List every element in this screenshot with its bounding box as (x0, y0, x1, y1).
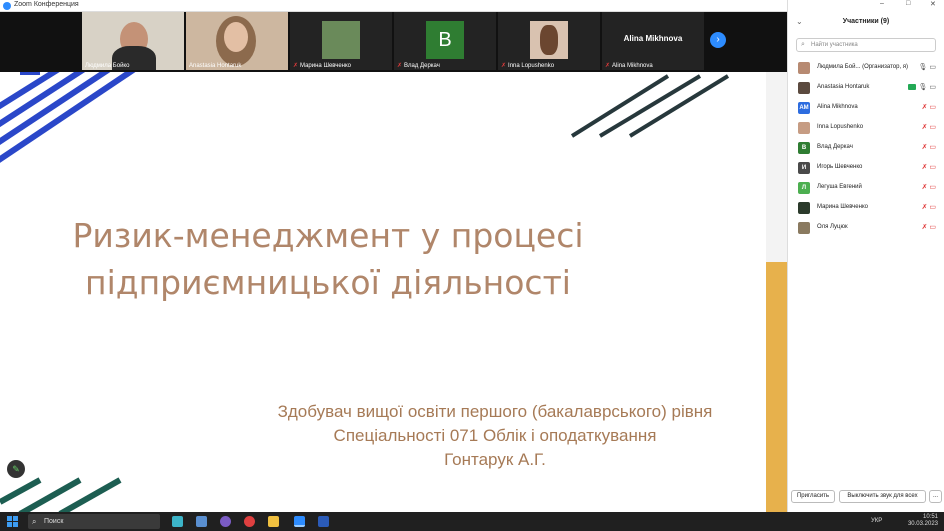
video-tile-4[interactable]: B ✗ Влад Деркач (394, 12, 496, 70)
mic-muted-icon: ✗ ▭ (921, 104, 936, 111)
avatar: AM (798, 102, 810, 114)
participant-video (224, 22, 248, 52)
annotate-pencil-icon[interactable]: ✎ (7, 460, 25, 478)
close-icon[interactable]: ✕ (930, 0, 936, 8)
viber-icon[interactable] (220, 516, 231, 527)
mic-muted-icon: ✗ ▭ (921, 164, 936, 171)
chevron-right-icon[interactable]: › (710, 32, 726, 48)
more-button[interactable]: ... (929, 490, 942, 503)
window-titlebar: Zoom Конференция (0, 0, 787, 12)
mic-muted-icon: ✗ (293, 63, 299, 69)
mic-muted-icon: ✗ (397, 63, 403, 69)
participant-row[interactable]: Оля Луцюк ✗ ▭ (788, 218, 944, 238)
slide-title-line-1: Ризик-менеджмент у процесі (72, 216, 584, 255)
mic-video-status: 🎙 ▭ (907, 83, 936, 91)
window-title: Zoom Конференция (14, 1, 79, 8)
panel-window-controls: – □ ✕ (788, 0, 944, 12)
search-icon: ⌕ (32, 517, 37, 526)
participant-row[interactable]: Марина Шевченко ✗ ▭ (788, 198, 944, 218)
mic-muted-icon: ✗ (605, 63, 611, 69)
slide-title-line-2: підприємницької діяльності (85, 263, 571, 302)
clock[interactable]: 10:51 30.03.2023 (908, 514, 938, 528)
video-on-icon (907, 84, 916, 91)
participants-footer: Пригласить Выключить звук для всех ... (788, 490, 944, 504)
tile-name: ✗ Inna Lopushenko (501, 63, 555, 69)
mic-muted-icon: ✗ ▭ (921, 224, 936, 231)
mic-icon: 🎙 (918, 84, 928, 91)
participant-row[interactable]: Inna Lopushenko ✗ ▭ (788, 118, 944, 138)
mic-muted-icon: ✗ ▭ (921, 204, 936, 211)
windows-taskbar: ⌕ Поиск УКР 10:51 30.03.2023 (0, 512, 944, 531)
tile-name: ✗ Alina Mikhnova (605, 63, 653, 69)
taskbar-search-input[interactable]: ⌕ Поиск (28, 514, 160, 529)
slide-side-bar (766, 72, 787, 512)
maximize-icon[interactable]: □ (906, 0, 910, 7)
participants-panel: – □ ✕ ⌄ Участники (9) ⌕ Найти участника … (787, 0, 944, 512)
mute-all-button[interactable]: Выключить звук для всех (839, 490, 926, 503)
mic-muted-icon: ✗ ▭ (921, 124, 936, 131)
participant-row[interactable]: Людмила Бой... (Организатор, я) 🎙 ▭ (788, 58, 944, 78)
mic-icon: 🎙 (918, 64, 928, 71)
blue-stripes-decoration (0, 72, 136, 163)
invite-button[interactable]: Пригласить (791, 490, 835, 503)
video-off-icon: ▭ (929, 64, 936, 71)
profile-photo (322, 21, 360, 59)
avatar: B (798, 142, 810, 154)
language-indicator[interactable]: УКР (871, 518, 882, 524)
avatar: И (798, 162, 810, 174)
profile-photo (530, 21, 568, 59)
avatar (798, 202, 810, 214)
video-off-icon: ▭ (929, 84, 936, 91)
mic-muted-icon: ✗ (501, 63, 507, 69)
avatar (798, 122, 810, 134)
slide-subtitle: Здобувач вищої освіти першого (бакалаврс… (210, 400, 780, 472)
participant-row[interactable]: Л Легуша Евгений ✗ ▭ (788, 178, 944, 198)
participant-search-input[interactable]: ⌕ Найти участника (796, 38, 936, 52)
participant-row[interactable]: И Игорь Шевченко ✗ ▭ (788, 158, 944, 178)
minimize-icon[interactable]: – (880, 0, 884, 7)
video-tile-2[interactable]: Anastasia Hontaruk (186, 12, 288, 70)
tile-name: ✗ Марина Шевченко (293, 63, 351, 69)
slide-title: Ризик-менеджмент у процесі підприємницьк… (8, 212, 648, 306)
video-tile-5[interactable]: ✗ Inna Lopushenko (498, 12, 600, 70)
zoom-app-icon (3, 2, 11, 10)
zoom-taskbar-icon[interactable] (294, 516, 305, 527)
opera-icon[interactable] (244, 516, 255, 527)
avatar: Л (798, 182, 810, 194)
collapse-panel-icon[interactable]: ⌄ (796, 12, 803, 32)
mic-muted-icon: ✗ ▭ (921, 184, 936, 191)
participant-list: Людмила Бой... (Организатор, я) 🎙 ▭ Anas… (788, 58, 944, 238)
shared-slide: Ризик-менеджмент у процесі підприємницьк… (0, 72, 787, 512)
participant-row[interactable]: Anastasia Hontaruk 🎙 ▭ (788, 78, 944, 98)
dark-stripes-decoration-top (570, 74, 730, 138)
edge-icon[interactable] (172, 516, 183, 527)
avatar (798, 222, 810, 234)
tile-name: Anastasia Hontaruk (189, 63, 242, 69)
store-icon[interactable] (196, 516, 207, 527)
video-strip: Людмила Бойко Anastasia Hontaruk ✗ Марина… (0, 12, 787, 72)
video-tile-6[interactable]: Alina Mikhnova ✗ Alina Mikhnova (602, 12, 704, 70)
slide-sub-line-1: Здобувач вищої освіти першого (бакалаврс… (277, 402, 713, 421)
letter-avatar: B (426, 21, 464, 59)
mic-video-status: 🎙 ▭ (919, 63, 936, 71)
tile-name: Людмила Бойко (85, 63, 130, 69)
avatar (798, 62, 810, 74)
dark-stripes-decoration-bottom (0, 477, 122, 512)
file-explorer-icon[interactable] (268, 516, 279, 527)
tile-name: ✗ Влад Деркач (397, 63, 440, 69)
participant-row[interactable]: AM Alina Mikhnova ✗ ▭ (788, 98, 944, 118)
participants-header: ⌄ Участники (9) (788, 12, 944, 32)
video-tile-1[interactable]: Людмила Бойко (82, 12, 184, 70)
word-icon[interactable] (318, 516, 329, 527)
participant-row[interactable]: B Влад Деркач ✗ ▭ (788, 138, 944, 158)
slide-sub-line-2: Спеціальності 071 Облік і оподаткування (333, 426, 657, 445)
mic-muted-icon: ✗ ▭ (921, 144, 936, 151)
slide-sub-line-3: Гонтарук А.Г. (444, 450, 546, 469)
windows-start-icon[interactable] (7, 516, 18, 527)
tile-center-name: Alina Mikhnova (623, 34, 683, 43)
search-icon: ⌕ (801, 41, 805, 48)
video-tile-3[interactable]: ✗ Марина Шевченко (290, 12, 392, 70)
avatar (798, 82, 810, 94)
